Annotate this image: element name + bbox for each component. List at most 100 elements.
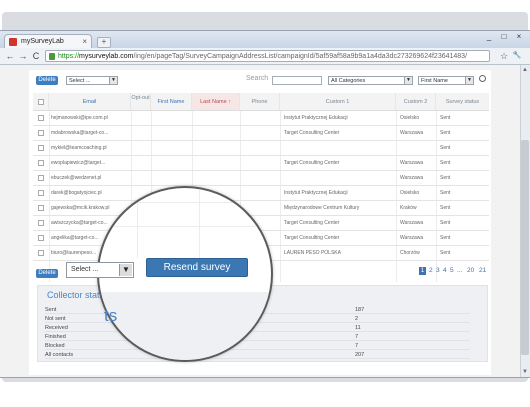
- stat-label: All contacts: [45, 352, 74, 358]
- column-header-phone[interactable]: Phone: [240, 93, 280, 111]
- column-header-optout[interactable]: Opt-out: [131, 93, 151, 111]
- magnified-stats-title-fragment: ts: [104, 306, 118, 325]
- stat-value: 2: [355, 316, 359, 322]
- row-checkbox[interactable]: [38, 235, 44, 241]
- address-bar[interactable]: https://mysurveylab.com/ing/en/pageTag/S…: [45, 50, 490, 62]
- cell-custom1: Instytut Praktycznej Edukacji: [284, 190, 348, 196]
- cell-custom2: Warszawa: [400, 130, 424, 136]
- browser-tab[interactable]: mySurveyLab ×: [4, 34, 92, 48]
- close-window-button[interactable]: ×: [512, 31, 526, 43]
- cell-custom1: Target Consulting Center: [284, 235, 340, 241]
- chevron-down-icon: ▼: [119, 264, 132, 276]
- cell-custom2: Warszawa: [400, 175, 424, 181]
- row-checkbox[interactable]: [38, 205, 44, 211]
- cell-custom1: Target Consulting Center: [284, 160, 340, 166]
- cell-status: Sent: [440, 250, 451, 256]
- cell-custom2: Warszawa: [400, 235, 424, 241]
- category-select[interactable]: All Categories ▼: [328, 76, 413, 85]
- lock-icon: [49, 53, 55, 60]
- search-input[interactable]: [272, 76, 322, 85]
- column-header-custom1[interactable]: Custom 1: [280, 93, 396, 111]
- forward-icon[interactable]: →: [18, 50, 28, 62]
- chevron-down-icon: ▼: [404, 77, 412, 84]
- row-checkbox[interactable]: [38, 145, 44, 151]
- column-header-custom2[interactable]: Custom 2: [396, 93, 436, 111]
- magnified-action-select-value: Select ...: [71, 266, 99, 273]
- header-select-all[interactable]: [33, 93, 49, 111]
- cell-custom2: Kraków: [400, 205, 417, 211]
- cell-status: Sent: [440, 145, 451, 151]
- cell-status: Sent: [440, 205, 451, 211]
- page-link[interactable]: 4: [443, 267, 447, 275]
- stat-value: 187: [355, 307, 365, 313]
- action-select[interactable]: Select ... ▼: [66, 76, 118, 85]
- row-checkbox[interactable]: [38, 250, 44, 256]
- page-current[interactable]: 1: [419, 267, 426, 275]
- delete-button-bottom[interactable]: Delete: [36, 269, 58, 278]
- row-checkbox[interactable]: [38, 160, 44, 166]
- stat-value: 11: [355, 325, 361, 331]
- row-checkbox[interactable]: [38, 175, 44, 181]
- table-row[interactable]: ewoplapiewicz@target... Target Consultin…: [33, 156, 489, 171]
- table-row[interactable]: mykiel@teamcoaching.pl Sent: [33, 141, 489, 156]
- cell-custom1: Międzynarodowe Centrum Kultury: [284, 205, 360, 211]
- scroll-thumb[interactable]: [521, 140, 529, 355]
- cell-custom1: [284, 141, 396, 156]
- minimize-button[interactable]: _: [482, 31, 496, 43]
- field-select[interactable]: First Name ▼: [418, 76, 474, 85]
- resend-survey-button[interactable]: Resend survey: [146, 258, 248, 277]
- stat-label: Sent: [45, 307, 57, 313]
- row-checkbox[interactable]: [38, 190, 44, 196]
- cell-custom2: Osielsko: [400, 190, 420, 196]
- row-checkbox[interactable]: [38, 220, 44, 226]
- star-icon[interactable]: ☆: [499, 50, 509, 62]
- column-header-email[interactable]: Email: [49, 93, 131, 111]
- search-icon[interactable]: [479, 75, 486, 82]
- page-link[interactable]: 5: [450, 267, 454, 275]
- cell-custom1: [284, 171, 396, 186]
- row-checkbox[interactable]: [38, 115, 44, 121]
- cell-email: ewoplapiewicz@target...: [51, 160, 106, 166]
- url-host: mysurveylab.com: [79, 53, 134, 60]
- table-row[interactable]: hejmanowski@ipe.com.pl Instytut Praktycz…: [33, 111, 489, 126]
- cell-email: darek@bogatyojciec.pl: [51, 190, 102, 196]
- stat-label: Received: [45, 325, 68, 331]
- magnified-action-select[interactable]: Select ... ▼: [66, 262, 134, 278]
- row-checkbox[interactable]: [38, 130, 44, 136]
- url-scheme: https://: [58, 53, 80, 60]
- scroll-up-icon[interactable]: ▲: [521, 66, 529, 74]
- cell-email: ebuczek@wedzenet.pl: [51, 175, 102, 181]
- scroll-down-icon[interactable]: ▼: [521, 368, 529, 376]
- page-link[interactable]: 20: [467, 267, 474, 275]
- cell-custom2: [400, 141, 438, 156]
- table-row[interactable]: gajewska@mcik.krakow.pl Międzynarodowe C…: [33, 201, 489, 216]
- table-row[interactable]: mdabrowska@target-co... Target Consultin…: [33, 126, 489, 141]
- cell-email: mdabrowska@target-co...: [51, 130, 109, 136]
- page-link[interactable]: 2: [429, 267, 433, 275]
- page-ellipsis: ...: [457, 267, 463, 274]
- cell-custom1: LAUREN PESO POLSKA: [284, 250, 341, 256]
- chevron-down-icon: ▼: [465, 77, 473, 84]
- table-row[interactable]: ebuczek@wedzenet.pl Warszawa Sent: [33, 171, 489, 186]
- new-tab-button[interactable]: +: [97, 37, 111, 48]
- wrench-icon[interactable]: 🔧: [512, 50, 522, 62]
- delete-button[interactable]: Delete: [36, 76, 58, 85]
- cell-custom2: Warszawa: [400, 220, 424, 226]
- tab-close-icon[interactable]: ×: [82, 35, 87, 49]
- column-header-first-name[interactable]: First Name: [151, 93, 192, 111]
- table-row[interactable]: darek@bogatyojciec.pl Instytut Praktyczn…: [33, 186, 489, 201]
- cell-custom2: Chorzów: [400, 250, 420, 256]
- back-icon[interactable]: ←: [5, 50, 15, 62]
- column-header-last-name[interactable]: Last Name ↑: [192, 93, 240, 111]
- lens-grid-line: [99, 202, 271, 203]
- chevron-down-icon: ▼: [109, 77, 117, 84]
- page-link[interactable]: 21: [479, 267, 486, 275]
- stat-value: 7: [355, 334, 359, 340]
- page-link[interactable]: 3: [436, 267, 440, 275]
- lens-grid-line: [99, 226, 271, 227]
- reload-icon[interactable]: C: [31, 50, 41, 62]
- maximize-button[interactable]: □: [497, 31, 511, 43]
- column-header-survey-status[interactable]: Survey status: [436, 93, 489, 111]
- collector-stats-title: Collector stats: [47, 290, 105, 300]
- stat-label: Finished: [45, 334, 66, 340]
